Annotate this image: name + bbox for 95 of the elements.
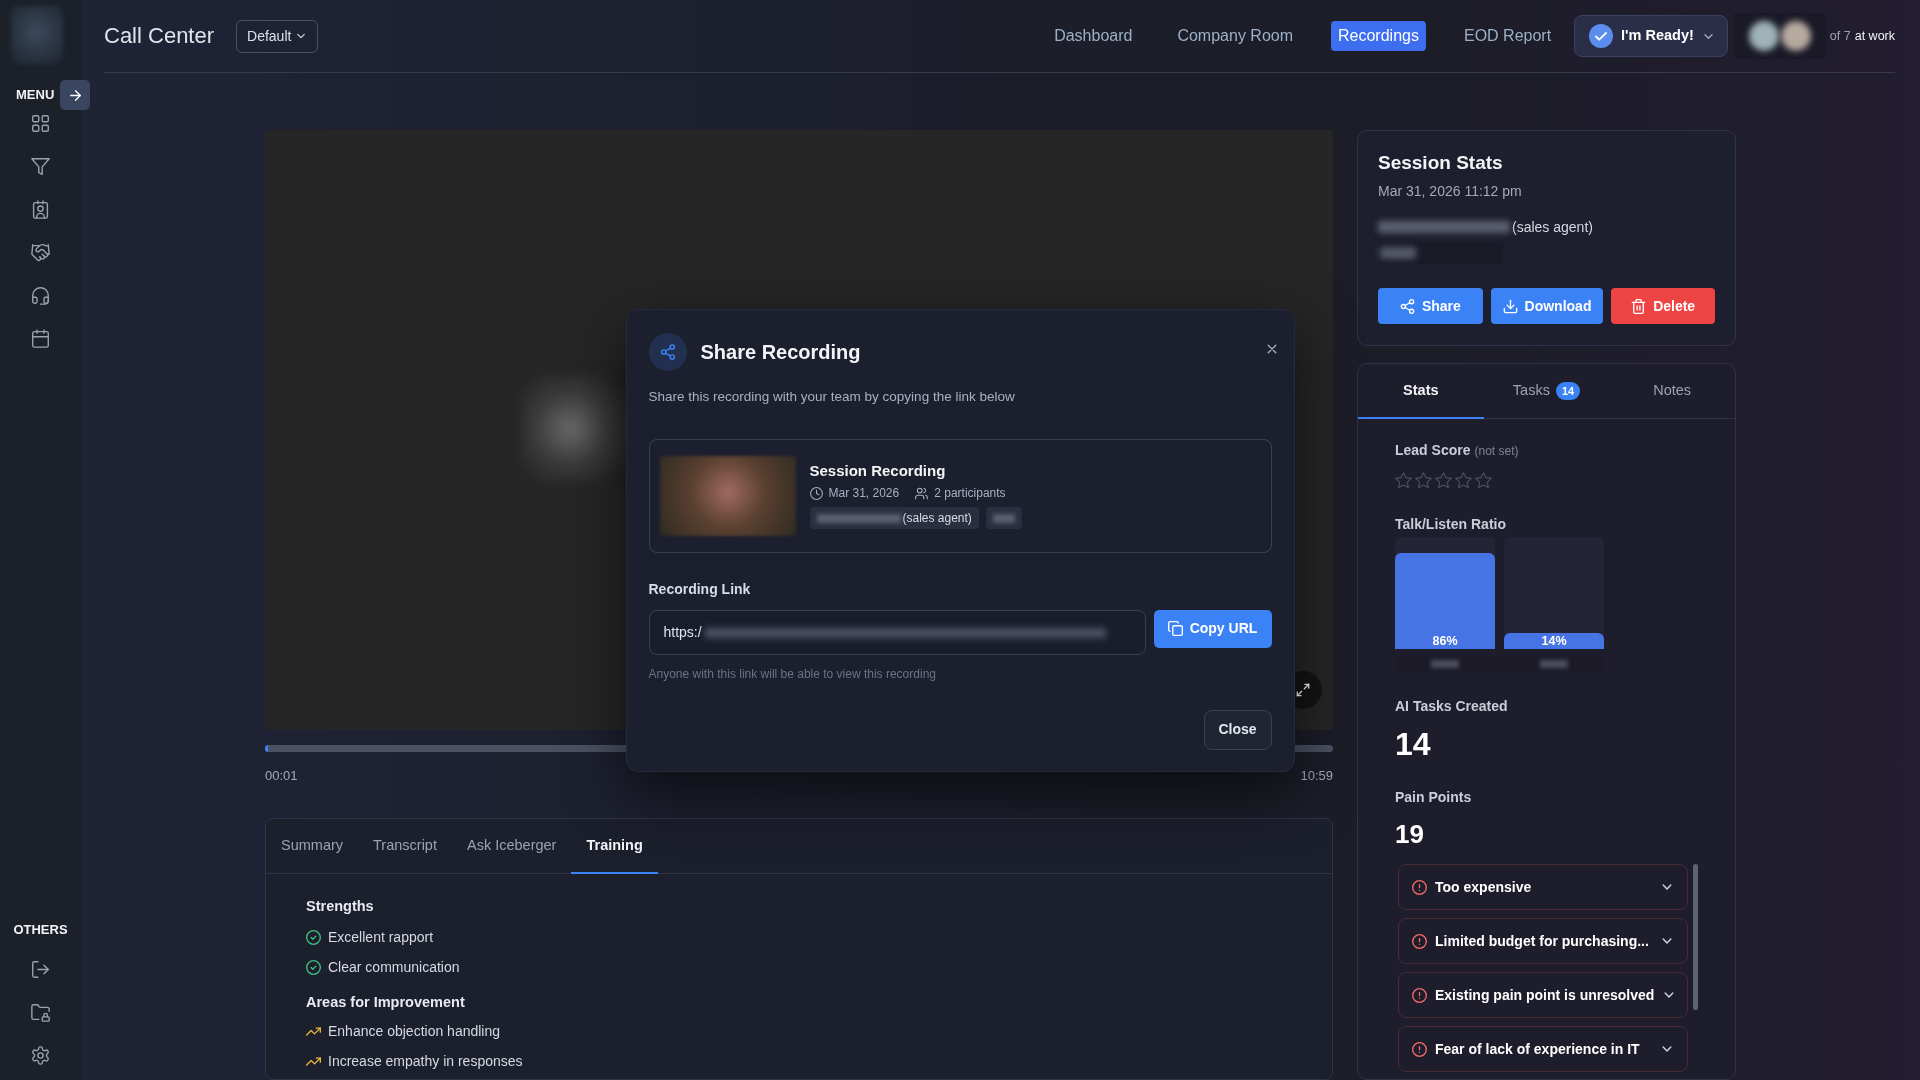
pain-point-item[interactable]: Too expensive (1398, 864, 1688, 910)
card-title: Session Stats (1378, 152, 1504, 174)
expand-icon (1296, 683, 1310, 697)
delete-button[interactable]: Delete (1611, 288, 1715, 324)
lead-score-note: (not set) (1474, 443, 1519, 460)
alert-circle-icon (1412, 1041, 1427, 1057)
check-circle-icon (1589, 24, 1614, 48)
logout-icon[interactable] (31, 960, 50, 979)
pain-point-item[interactable]: Existing pain point is unresolved (1398, 972, 1688, 1018)
headset-icon[interactable] (31, 286, 50, 305)
star-icon[interactable] (1435, 472, 1452, 489)
copy-icon (1167, 621, 1183, 636)
tab[interactable]: Training (571, 819, 658, 874)
tab[interactable]: Tasks 14 (1483, 364, 1610, 419)
contact-card-icon[interactable] (31, 200, 50, 219)
nav-link[interactable]: Company Room (1170, 21, 1300, 51)
tab[interactable]: Stats (1358, 364, 1484, 419)
tab[interactable]: Summary (266, 819, 359, 874)
filter-icon[interactable] (31, 157, 50, 176)
check-circle-icon (306, 959, 321, 975)
trash-icon (1631, 298, 1647, 314)
section-heading: Strengths (306, 897, 375, 916)
handshake-icon[interactable] (31, 243, 50, 262)
clock-icon (809, 486, 823, 500)
arrow-right-icon (67, 87, 83, 103)
blurred-name (992, 513, 1015, 523)
pain-point-item[interactable]: Limited budget for purchasing... (1398, 918, 1688, 964)
participant-role: (sales agent) (902, 510, 972, 527)
lead-score-label: Lead Score (1395, 441, 1471, 459)
folder-lock-icon[interactable] (31, 1003, 50, 1022)
blurred-name (1540, 660, 1568, 668)
star-icon[interactable] (1455, 472, 1472, 489)
duration: 10:59 (1300, 769, 1333, 783)
participant-count: 2 participants (934, 486, 1006, 500)
nav-link[interactable]: Recordings (1331, 21, 1426, 51)
field-label: Recording Link (648, 579, 752, 598)
expand-sidebar-button[interactable] (60, 80, 91, 110)
current-time: 00:01 (265, 769, 298, 783)
count-badge: 14 (1555, 381, 1581, 400)
scrollbar-thumb[interactable] (1693, 864, 1698, 1010)
check-circle-icon (306, 929, 321, 945)
pain-point-item[interactable]: Fear of lack of experience in IT (1398, 1026, 1688, 1072)
calendar-icon[interactable] (31, 329, 50, 348)
dialog-subtitle: Share this recording with your team by copying the link below (648, 388, 1016, 405)
bar-value-label: 86% (1432, 634, 1458, 648)
settings-icon[interactable] (31, 1046, 50, 1065)
nav-link[interactable]: Dashboard (1047, 21, 1140, 51)
improvement-item: Increase empathy in responses (328, 1051, 523, 1071)
download-button[interactable]: Download (1490, 288, 1604, 324)
alert-circle-icon (1412, 879, 1427, 895)
share-icon (1399, 298, 1415, 314)
page-title: Call Center (104, 23, 215, 49)
presence-status: at work (1854, 27, 1895, 45)
star-icon[interactable] (1475, 472, 1492, 489)
blurred-name (1431, 660, 1459, 668)
pain-points-count: 19 (1395, 818, 1425, 850)
tab[interactable]: Transcript (358, 819, 452, 874)
ratio-label: Talk/Listen Ratio (1395, 515, 1507, 533)
blurred-name (1380, 247, 1416, 259)
strength-item: Excellent rapport (328, 927, 434, 947)
view-dropdown[interactable]: Default (236, 19, 319, 53)
copy-url-button[interactable]: Copy URL (1153, 609, 1272, 648)
users-icon (915, 486, 929, 500)
ai-tasks-label: AI Tasks Created (1395, 697, 1509, 715)
nav-link[interactable]: EOD Report (1456, 21, 1559, 51)
download-icon (1502, 298, 1518, 314)
close-button[interactable]: Close (1203, 709, 1272, 750)
avatar (1748, 21, 1779, 51)
tab[interactable]: Ask Iceberger (451, 819, 572, 874)
grid-icon[interactable] (31, 114, 50, 133)
pain-points-label: Pain Points (1395, 788, 1473, 806)
section-heading: Areas for Improvement (306, 993, 466, 1012)
field-hint: Anyone with this link will be able to view this recording (648, 666, 937, 681)
improvement-item: Enhance objection handling (328, 1021, 501, 1041)
share-button[interactable]: Share (1378, 288, 1483, 324)
menu-label: MENU (16, 88, 55, 102)
avatar (1780, 21, 1811, 51)
session-date: Mar 31, 2026 11:12 pm (1378, 182, 1523, 200)
recording-date: Mar 31, 2026 (828, 486, 900, 500)
others-label: OTHERS (13, 923, 68, 937)
logo-placeholder (11, 6, 63, 64)
recording-title: Session Recording (809, 462, 947, 480)
dialog-title: Share Recording (700, 339, 861, 364)
star-icon[interactable] (1395, 472, 1412, 489)
tab[interactable]: Notes (1609, 364, 1735, 419)
ai-tasks-count: 14 (1395, 725, 1432, 763)
alert-circle-icon (1412, 933, 1427, 949)
status-dropdown[interactable]: I'm Ready! (1574, 15, 1728, 57)
presence-count: of 7 (1829, 27, 1851, 45)
bar-value-label: 14% (1541, 634, 1567, 648)
agent-role: (sales agent) (1512, 217, 1593, 237)
alert-circle-icon (1412, 987, 1427, 1003)
star-icon[interactable] (1415, 472, 1432, 489)
strength-item: Clear communication (328, 957, 460, 977)
share-icon (648, 332, 687, 371)
